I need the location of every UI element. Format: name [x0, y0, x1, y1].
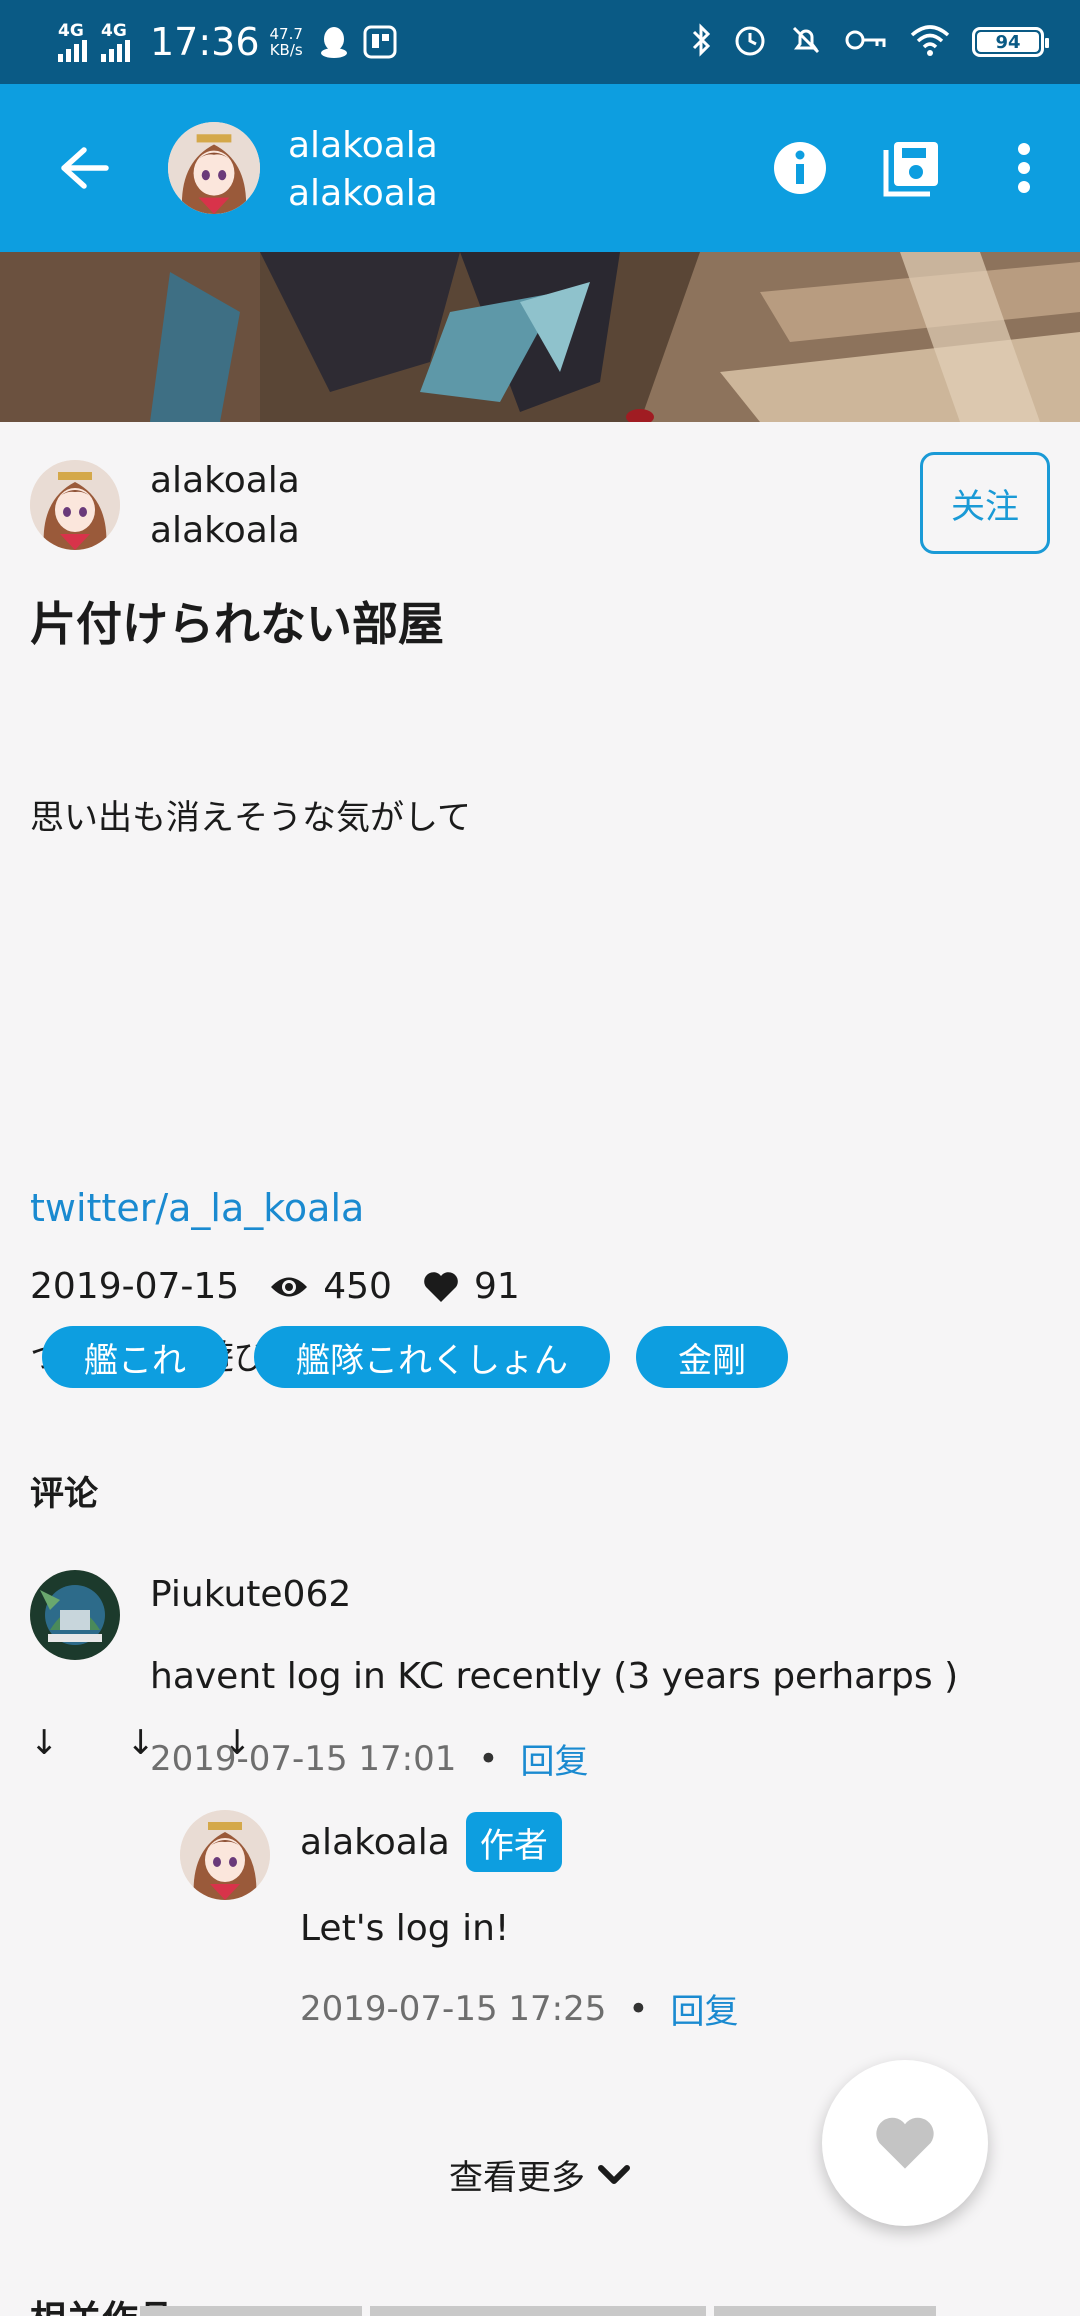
app-bar-subtitle: alakoala	[288, 173, 438, 214]
like-fab-button[interactable]	[822, 2060, 988, 2226]
more-options-button[interactable]	[968, 132, 1080, 204]
view-count: 450	[323, 1266, 392, 1307]
alarm-icon	[732, 22, 768, 62]
info-icon	[774, 142, 826, 194]
save-button[interactable]	[856, 132, 968, 204]
chevron-down-icon	[597, 2163, 631, 2187]
author-name[interactable]: alakoala	[150, 456, 300, 506]
app-bar: alakoala alakoala	[0, 84, 1080, 252]
commenter-avatar[interactable]	[30, 1570, 120, 1660]
network-type-2: 4G	[101, 21, 127, 41]
related-thumbnail[interactable]	[714, 2306, 936, 2316]
status-bar: 4G 4G 17:36 47.7 KB/s 94	[0, 0, 1080, 84]
battery-level: 94	[995, 31, 1021, 53]
reply-author-name[interactable]: alakoala	[300, 1822, 450, 1863]
commenter-name[interactable]: Piukute062	[150, 1574, 351, 1615]
heart-icon	[876, 2117, 934, 2169]
tag-chip[interactable]: 艦隊これくしょん	[254, 1326, 610, 1388]
reply-avatar[interactable]	[180, 1810, 270, 1900]
more-vert-icon	[1018, 143, 1030, 193]
signal-icon: 4G	[58, 22, 87, 62]
speed-unit: KB/s	[269, 41, 303, 59]
qq-icon	[319, 25, 349, 59]
heart-icon	[422, 1270, 460, 1304]
related-thumbnail[interactable]	[140, 2306, 362, 2316]
signal-icon-2: 4G	[101, 22, 130, 62]
comment-text: havent log in KC recently (3 years perha…	[150, 1656, 959, 1697]
info-button[interactable]	[744, 132, 856, 204]
related-thumbnail[interactable]	[370, 2306, 706, 2316]
author-account: alakoala	[150, 510, 300, 551]
sticker-app-icon	[363, 25, 397, 59]
mute-bell-icon	[788, 22, 824, 62]
related-works-thumbnails[interactable]	[140, 2306, 936, 2316]
reply-time: 2019-07-15 17:25	[300, 1988, 607, 2029]
post-date: 2019-07-15	[30, 1266, 240, 1307]
illustration-meta: 2019-07-15 450 91	[30, 1266, 520, 1307]
illustration-image[interactable]	[0, 252, 1080, 422]
battery-icon: 94	[972, 27, 1049, 57]
comment-time: 2019-07-15 17:01	[150, 1738, 457, 1779]
caption-line	[30, 1508, 1030, 1568]
bluetooth-icon	[690, 22, 712, 62]
tag-chip[interactable]: 金剛	[636, 1326, 788, 1388]
reply-text: Let's log in!	[300, 1908, 510, 1949]
tag-chip[interactable]: 艦これ	[42, 1326, 228, 1388]
back-button[interactable]	[52, 136, 116, 200]
network-speed: 47.7 KB/s	[270, 26, 303, 58]
network-type: 4G	[58, 21, 84, 41]
arrow-back-icon	[61, 147, 109, 189]
reply-button[interactable]: 回复	[670, 1984, 738, 2033]
view-more-label: 查看更多	[449, 2158, 585, 2198]
vpn-key-icon	[844, 26, 888, 58]
avatar[interactable]	[168, 122, 260, 214]
wifi-icon	[908, 23, 952, 61]
speed-value: 47.7	[269, 25, 303, 43]
author-avatar[interactable]	[30, 460, 120, 550]
separator-dot: •	[628, 1988, 649, 2029]
app-bar-title: alakoala	[288, 125, 438, 166]
tag-list: 艦これ 艦隊これくしょん 金剛	[42, 1326, 788, 1388]
clock: 17:36	[150, 20, 260, 64]
author-badge: 作者	[465, 1812, 562, 1872]
comments-title: 评论	[30, 1474, 98, 1514]
like-count: 91	[473, 1266, 520, 1307]
eye-icon	[269, 1274, 309, 1300]
save-icon	[883, 142, 938, 197]
twitter-link[interactable]: twitter/a_la_koala	[30, 1186, 364, 1230]
reply-button[interactable]: 回复	[520, 1734, 588, 1783]
caption-line	[30, 968, 1030, 1028]
separator-dot: •	[478, 1738, 499, 1779]
follow-button[interactable]: 关注	[920, 452, 1050, 554]
illustration-title: 片付けられない部屋	[30, 597, 444, 651]
caption-line: 思い出も消えそうな気がして	[30, 798, 471, 838]
